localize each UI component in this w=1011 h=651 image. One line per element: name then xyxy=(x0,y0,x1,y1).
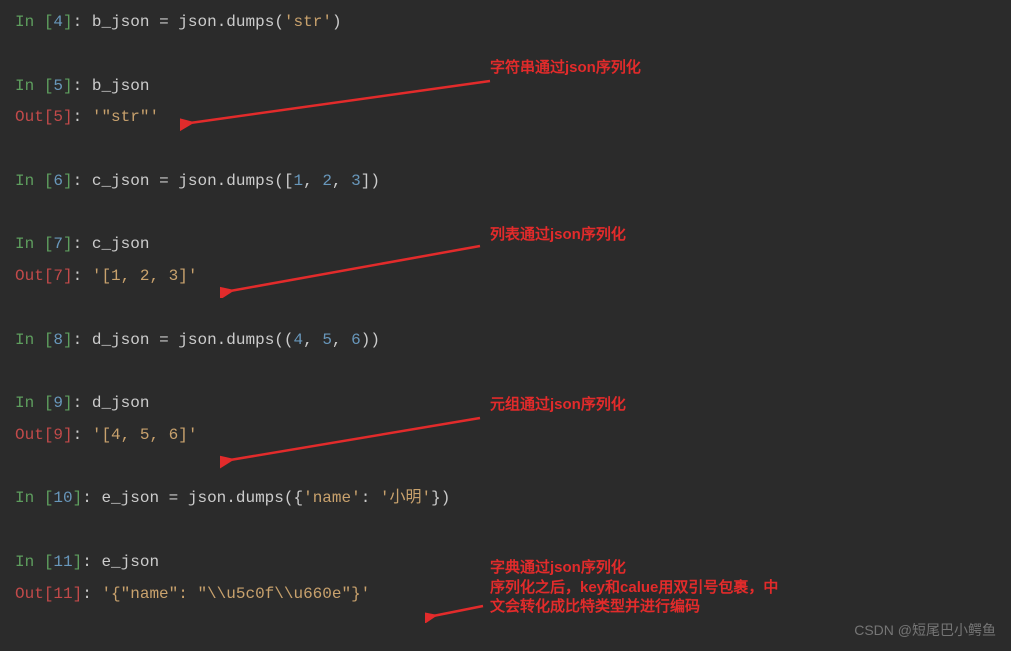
code-line-in-4: In [4]: b_json = json.dumps('str') xyxy=(15,10,996,36)
prompt-out: Out xyxy=(15,108,44,126)
idx: 4 xyxy=(53,13,63,31)
code-line-in-8: In [8]: d_json = json.dumps((4, 5, 6)) xyxy=(15,328,996,354)
bracket: ] xyxy=(63,13,73,31)
output-value-7: '[1, 2, 3]' xyxy=(92,267,198,285)
code-line-in-10: In [10]: e_json = json.dumps({'name': '小… xyxy=(15,486,996,512)
prompt-in: In xyxy=(15,77,44,95)
bracket: [ xyxy=(44,13,54,31)
code-line-out-7: Out[7]: '[1, 2, 3]' xyxy=(15,264,996,290)
annotation-tuple: 元组通过json序列化 xyxy=(490,395,626,415)
code-line-out-9: Out[9]: '[4, 5, 6]' xyxy=(15,423,996,449)
output-value-5: '"str"' xyxy=(92,108,159,126)
output-value-9: '[4, 5, 6]' xyxy=(92,426,198,444)
watermark: CSDN @短尾巴小鳄鱼 xyxy=(854,619,996,641)
annotation-list: 列表通过json序列化 xyxy=(490,225,626,245)
code-line-in-6: In [6]: c_json = json.dumps([1, 2, 3]) xyxy=(15,169,996,195)
prompt-in: In xyxy=(15,13,44,31)
annotation-string: 字符串通过json序列化 xyxy=(490,58,641,78)
output-value-11: '{"name": "\\u5c0f\\u660e"}' xyxy=(101,585,370,603)
code-line-out-5: Out[5]: '"str"' xyxy=(15,105,996,131)
annotation-dict: 字典通过json序列化 序列化之后，key和calue用双引号包裹，中 文会转化… xyxy=(490,558,890,617)
